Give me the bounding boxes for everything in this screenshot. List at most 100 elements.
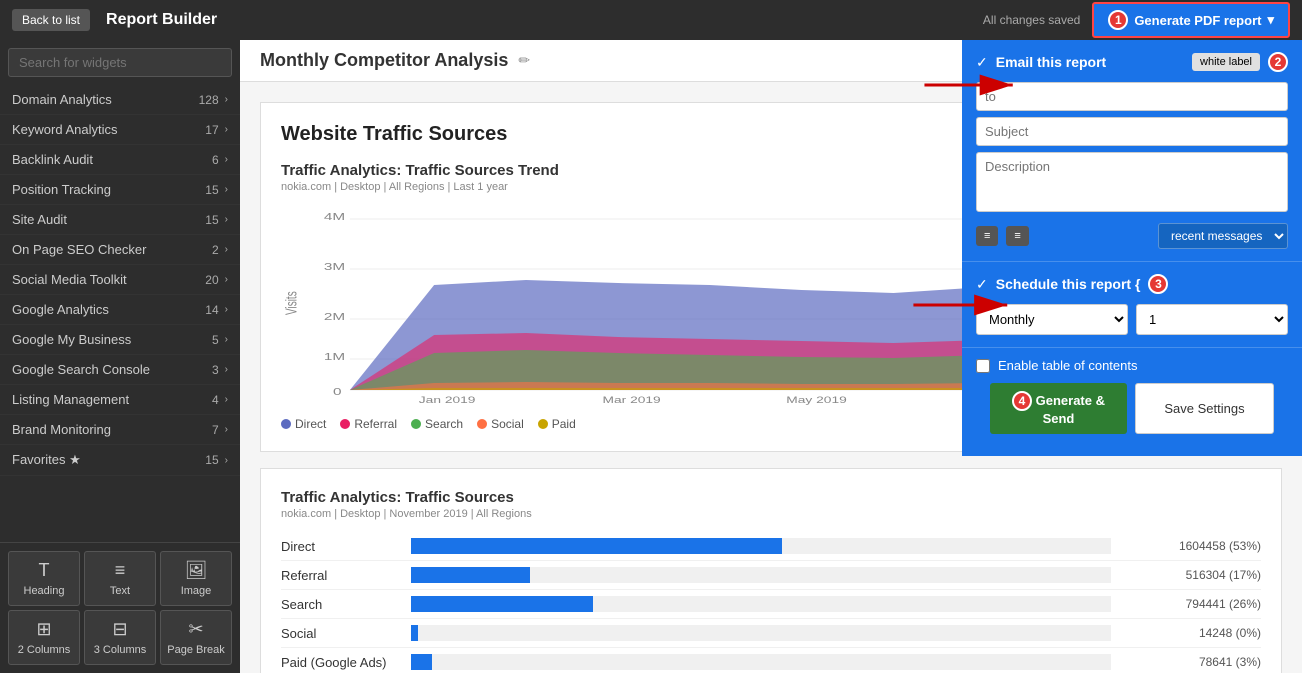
sidebar-item-listing-management[interactable]: Listing Management 4 › bbox=[0, 385, 240, 415]
sidebar-item-domain-analytics[interactable]: Domain Analytics 128 › bbox=[0, 85, 240, 115]
frequency-select[interactable]: Monthly Daily Weekly Quarterly bbox=[976, 304, 1128, 335]
referral-color-dot bbox=[340, 419, 350, 429]
sidebar-item-google-my-business[interactable]: Google My Business 5 › bbox=[0, 325, 240, 355]
svg-text:4M: 4M bbox=[324, 211, 345, 223]
image-icon: 🖼 bbox=[185, 560, 208, 581]
format-left-btn[interactable]: ≡ bbox=[976, 226, 998, 246]
toc-checkbox[interactable] bbox=[976, 359, 990, 373]
text-widget-btn[interactable]: ≡ Text bbox=[84, 551, 156, 606]
sidebar-item-count: 128 bbox=[199, 93, 219, 107]
bar-container bbox=[411, 596, 1111, 612]
sidebar-item-count: 5 bbox=[212, 333, 219, 347]
sidebar-item-google-analytics[interactable]: Google Analytics 14 › bbox=[0, 295, 240, 325]
traffic-bar bbox=[411, 596, 593, 612]
legend-social: Social bbox=[477, 417, 524, 431]
topbar-left: Back to list Report Builder bbox=[12, 9, 217, 31]
sidebar-item-brand-monitoring[interactable]: Brand Monitoring 7 › bbox=[0, 415, 240, 445]
generate-badge: 1 bbox=[1108, 10, 1128, 30]
generate-pdf-button[interactable]: 1 Generate PDF report ▾ bbox=[1092, 2, 1290, 38]
badge-3: 3 bbox=[1148, 274, 1168, 294]
text-icon: ≡ bbox=[115, 560, 126, 581]
chevron-right-icon: › bbox=[225, 154, 228, 165]
row-label: Direct bbox=[281, 539, 401, 554]
sidebar-item-count: 14 bbox=[205, 303, 218, 317]
sidebar-item-count: 7 bbox=[212, 423, 219, 437]
sidebar-item-label: Position Tracking bbox=[12, 182, 111, 197]
chevron-right-icon: › bbox=[225, 274, 228, 285]
report-title: Monthly Competitor Analysis bbox=[260, 50, 508, 71]
sidebar-item-count: 17 bbox=[205, 123, 218, 137]
sidebar-item-on-page-seo[interactable]: On Page SEO Checker 2 › bbox=[0, 235, 240, 265]
description-textarea[interactable] bbox=[976, 152, 1288, 212]
sidebar-item-label: Google My Business bbox=[12, 332, 131, 347]
three-columns-icon: ⊟ bbox=[112, 619, 127, 640]
chevron-right-icon: › bbox=[225, 455, 228, 466]
sidebar-item-social-media[interactable]: Social Media Toolkit 20 › bbox=[0, 265, 240, 295]
badge-4: 4 bbox=[1012, 391, 1032, 411]
schedule-row: Monthly Daily Weekly Quarterly 1 2 3 4 5 bbox=[976, 304, 1288, 335]
table-row: Social 14248 (0%) bbox=[281, 619, 1261, 648]
recent-messages-dropdown[interactable]: recent messages bbox=[1158, 223, 1288, 249]
sidebar-item-count: 15 bbox=[205, 213, 218, 227]
sidebar-item-favorites[interactable]: Favorites ★ 15 › bbox=[0, 445, 240, 476]
two-columns-btn[interactable]: ⊞ 2 Columns bbox=[8, 610, 80, 665]
legend-search: Search bbox=[411, 417, 463, 431]
schedule-section-label: Schedule this report { bbox=[996, 276, 1141, 292]
heading-label: Heading bbox=[24, 585, 65, 597]
page-break-btn[interactable]: ✂ Page Break bbox=[160, 610, 232, 665]
chevron-right-icon: › bbox=[225, 94, 228, 105]
image-widget-btn[interactable]: 🖼 Image bbox=[160, 551, 232, 606]
sidebar-item-label: Google Analytics bbox=[12, 302, 109, 317]
table-row: Direct 1604458 (53%) bbox=[281, 532, 1261, 561]
email-section-label: Email this report bbox=[996, 54, 1106, 70]
sidebar-item-label: Google Search Console bbox=[12, 362, 150, 377]
autosave-status: All changes saved bbox=[983, 13, 1080, 27]
toc-section: Enable table of contents 4 Generate & Se… bbox=[962, 348, 1302, 456]
save-settings-button[interactable]: Save Settings bbox=[1135, 383, 1274, 434]
sidebar-item-google-search-console[interactable]: Google Search Console 3 › bbox=[0, 355, 240, 385]
bar-container bbox=[411, 538, 1111, 554]
format-right-btn[interactable]: ≡ bbox=[1006, 226, 1028, 246]
sidebar-item-backlink-audit[interactable]: Backlink Audit 6 › bbox=[0, 145, 240, 175]
sidebar-item-site-audit[interactable]: Site Audit 15 › bbox=[0, 205, 240, 235]
legend-search-label: Search bbox=[425, 417, 463, 431]
chevron-right-icon: › bbox=[225, 394, 228, 405]
row-label: Search bbox=[281, 597, 401, 612]
image-label: Image bbox=[181, 585, 212, 597]
search-input[interactable] bbox=[8, 48, 232, 77]
three-columns-btn[interactable]: ⊟ 3 Columns bbox=[84, 610, 156, 665]
sidebar-item-label: Social Media Toolkit bbox=[12, 272, 127, 287]
two-columns-icon: ⊞ bbox=[36, 619, 51, 640]
heading-widget-btn[interactable]: T Heading bbox=[8, 551, 80, 606]
sidebar-item-count: 15 bbox=[205, 453, 218, 467]
heading-icon: T bbox=[39, 560, 50, 581]
sidebar-item-keyword-analytics[interactable]: Keyword Analytics 17 › bbox=[0, 115, 240, 145]
chevron-right-icon: › bbox=[225, 124, 228, 135]
subject-input[interactable] bbox=[976, 117, 1288, 146]
sidebar-item-count: 20 bbox=[205, 273, 218, 287]
edit-icon[interactable]: ✏ bbox=[518, 52, 530, 69]
search-color-dot bbox=[411, 419, 421, 429]
form-format-row: ≡ ≡ recent messages bbox=[976, 223, 1288, 249]
content-area: Monthly Competitor Analysis ✏ Website Tr… bbox=[240, 40, 1302, 673]
main-layout: Domain Analytics 128 › Keyword Analytics… bbox=[0, 40, 1302, 673]
two-columns-label: 2 Columns bbox=[18, 644, 71, 656]
chevron-right-icon: › bbox=[225, 214, 228, 225]
legend-direct: Direct bbox=[281, 417, 326, 431]
row-label: Referral bbox=[281, 568, 401, 583]
legend-referral: Referral bbox=[340, 417, 397, 431]
sidebar-item-label: On Page SEO Checker bbox=[12, 242, 146, 257]
traffic-sources-table-widget: Traffic Analytics: Traffic Sources nokia… bbox=[260, 468, 1282, 673]
generate-send-button[interactable]: 4 Generate & Send bbox=[990, 383, 1127, 434]
chevron-right-icon: › bbox=[225, 184, 228, 195]
topbar: Back to list Report Builder All changes … bbox=[0, 0, 1302, 40]
day-select[interactable]: 1 2 3 4 5 bbox=[1136, 304, 1288, 335]
sidebar-item-count: 6 bbox=[212, 153, 219, 167]
chevron-down-icon: ▾ bbox=[1267, 12, 1274, 28]
bar-container bbox=[411, 567, 1111, 583]
to-input[interactable] bbox=[976, 82, 1288, 111]
sidebar-item-count: 4 bbox=[212, 393, 219, 407]
sidebar-item-position-tracking[interactable]: Position Tracking 15 › bbox=[0, 175, 240, 205]
back-button[interactable]: Back to list bbox=[12, 9, 90, 31]
white-label-button[interactable]: white label bbox=[1192, 53, 1260, 71]
